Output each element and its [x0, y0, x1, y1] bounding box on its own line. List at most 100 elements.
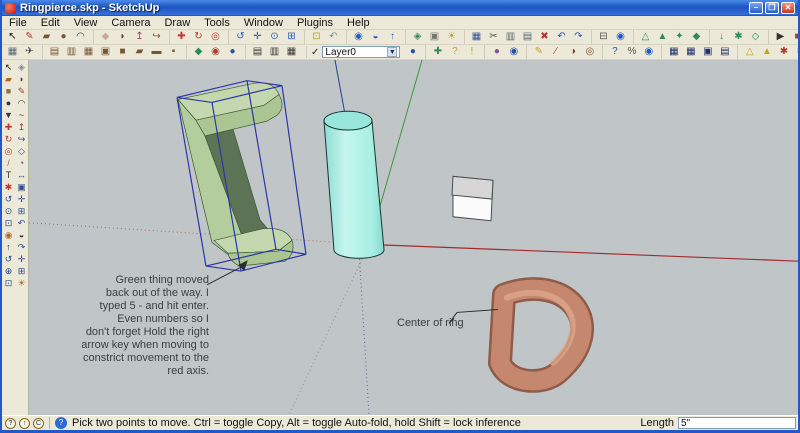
copy-button[interactable]: ▥	[502, 30, 519, 44]
flip-edge-button[interactable]: ◇	[747, 30, 764, 44]
sb-protractor-button[interactable]: ◔	[15, 157, 28, 169]
add-detail-button[interactable]: ✱	[730, 30, 747, 44]
status-help-circle-icon[interactable]: ?	[5, 418, 16, 429]
warning-badge-button[interactable]: !	[463, 45, 480, 59]
unhide-button[interactable]: ▰	[131, 45, 148, 59]
stop-tour-button[interactable]: ■	[789, 30, 798, 44]
scenes-panel-button[interactable]: ▤	[716, 45, 733, 59]
sb-zoom-window-button[interactable]: ⊞	[15, 205, 28, 217]
white-box-object[interactable]	[452, 176, 493, 220]
lock-red-button[interactable]: ◉	[207, 45, 224, 59]
sb-orbit-button[interactable]: ↺	[2, 193, 15, 205]
standard-views-button[interactable]: ▦	[4, 45, 21, 59]
eraser-tool-button[interactable]: ◆	[93, 30, 114, 44]
sb-push-pull-button[interactable]: ↥	[15, 121, 28, 133]
zoom-tool-button[interactable]: ⊙	[266, 30, 283, 44]
scatter-blue-button[interactable]: ✱	[792, 45, 798, 59]
model-info-button[interactable]: ◉	[612, 30, 629, 44]
push-pull-button[interactable]: ↥	[131, 30, 148, 44]
sb-rectangle-button[interactable]: ■	[2, 85, 15, 97]
entity-info-panel-button[interactable]: ▦	[682, 45, 699, 59]
sb-arc-button[interactable]: ◠	[15, 97, 28, 109]
sb-section-plane-button[interactable]: ▣	[15, 181, 28, 193]
sb-previous-view-button[interactable]: ↶	[15, 217, 28, 229]
sb-zoom-extents-button[interactable]: ⊡	[2, 217, 15, 229]
circle-tool-button[interactable]: ●	[55, 30, 72, 44]
hide-button[interactable]: ■	[114, 45, 131, 59]
model-info-panel-button[interactable]: ▦	[661, 45, 682, 59]
sb-orbit-alt-button[interactable]: ↺	[2, 253, 15, 265]
intersect-button[interactable]: ▪	[165, 45, 182, 59]
sb-shadows-button[interactable]: ☀	[15, 277, 28, 289]
screen-text-note[interactable]: Green thing moved back out of the way. I…	[59, 274, 209, 378]
sb-follow-me-button[interactable]: ↪	[15, 133, 28, 145]
menu-plugins[interactable]: Plugins	[290, 17, 340, 29]
cone-button[interactable]: ▲	[758, 45, 775, 59]
donut-button[interactable]: ◎	[581, 45, 598, 59]
cone-up-button[interactable]: △	[737, 45, 758, 59]
sb-move-button[interactable]: ✚	[2, 121, 15, 133]
sandbox-from-scratch-button[interactable]: ▲	[654, 30, 671, 44]
look-around-button[interactable]: ◒	[367, 30, 384, 44]
orbit-tool-button[interactable]: ↺	[228, 30, 249, 44]
stamp-button[interactable]: ◆	[688, 30, 705, 44]
help2-button[interactable]: ?	[602, 45, 623, 59]
center-of-ring-label[interactable]: Center of ring	[397, 317, 464, 330]
paint-bucket-button[interactable]: ◗	[114, 30, 131, 44]
sphere-button[interactable]: ●	[224, 45, 241, 59]
sb-circle-button[interactable]: ●	[2, 97, 15, 109]
sb-zoom-alt-button[interactable]: ⊕	[2, 265, 15, 277]
sb-zoom-window-alt-button[interactable]: ⊞	[15, 265, 28, 277]
sb-offset-button[interactable]: ◎	[2, 145, 15, 157]
position-camera-button[interactable]: ◉	[346, 30, 367, 44]
sb-pan-alt-button[interactable]: ✛	[15, 253, 28, 265]
scatter-red-button[interactable]: ✱	[775, 45, 792, 59]
measure-value-input[interactable]	[678, 417, 796, 429]
line-tool-button[interactable]: ✎	[21, 30, 38, 44]
sb-tape-measure-button[interactable]: /	[2, 157, 15, 169]
sb-zoom-button[interactable]: ⊙	[2, 205, 15, 217]
sb-freehand-button[interactable]: ~	[15, 109, 28, 121]
sb-make-component-button[interactable]: ◈	[15, 61, 28, 73]
rectangle-tool-button[interactable]: ▰	[38, 30, 55, 44]
sb-eraser-button[interactable]: ▰	[2, 73, 15, 85]
close-button[interactable]: ✕	[781, 2, 795, 14]
paste-button[interactable]: ▤	[519, 30, 536, 44]
cut-button[interactable]: ✂	[485, 30, 502, 44]
sb-next-view-button[interactable]: ↷	[15, 241, 28, 253]
sb-dimension-button[interactable]: ↔	[15, 169, 28, 181]
unlock-button[interactable]: ▣	[97, 45, 114, 59]
sb-look-around-button[interactable]: ◒	[15, 229, 28, 241]
sb-axes-button[interactable]: ✱	[2, 181, 15, 193]
sb-paint-bucket-button[interactable]: ◗	[15, 73, 28, 85]
add-location-button[interactable]: ✚	[425, 45, 446, 59]
smoove-button[interactable]: ✦	[671, 30, 688, 44]
menu-tools[interactable]: Tools	[197, 17, 237, 29]
sb-text-button[interactable]: T	[2, 169, 15, 181]
sb-position-camera-button[interactable]: ◉	[2, 229, 15, 241]
sandbox-from-contours-button[interactable]: △	[633, 30, 654, 44]
modeling-viewport[interactable]: Green thing moved back out of the way. I…	[29, 60, 798, 415]
save-button[interactable]: ▦	[464, 30, 485, 44]
globe-button[interactable]: ◉	[505, 45, 522, 59]
menu-view[interactable]: View	[67, 17, 105, 29]
materials-browser-button[interactable]: ▤	[245, 45, 266, 59]
layers-panel-button[interactable]: ▣	[699, 45, 716, 59]
eyedropper-button[interactable]: ∕	[547, 45, 564, 59]
delete-button[interactable]: ✖	[536, 30, 553, 44]
play-tour-button[interactable]: ▶	[768, 30, 789, 44]
help-circle-icon[interactable]: ?	[55, 417, 67, 429]
menu-window[interactable]: Window	[237, 17, 290, 29]
explode-button[interactable]: ▥	[63, 45, 80, 59]
zoom-extents-button[interactable]: ⊡	[304, 30, 325, 44]
lock-button[interactable]: ▦	[80, 45, 97, 59]
move-tool-button[interactable]: ✚	[169, 30, 190, 44]
previous-view-button[interactable]: ↶	[325, 30, 342, 44]
pan-tool-button[interactable]: ✛	[249, 30, 266, 44]
styles-browser-button[interactable]: ▦	[283, 45, 300, 59]
menu-file[interactable]: File	[2, 17, 34, 29]
minimize-button[interactable]: –	[749, 2, 763, 14]
text-tool-button[interactable]: ✎	[526, 45, 547, 59]
sb-line-button[interactable]: ✎	[15, 85, 28, 97]
info-button[interactable]: ◉	[640, 45, 657, 59]
